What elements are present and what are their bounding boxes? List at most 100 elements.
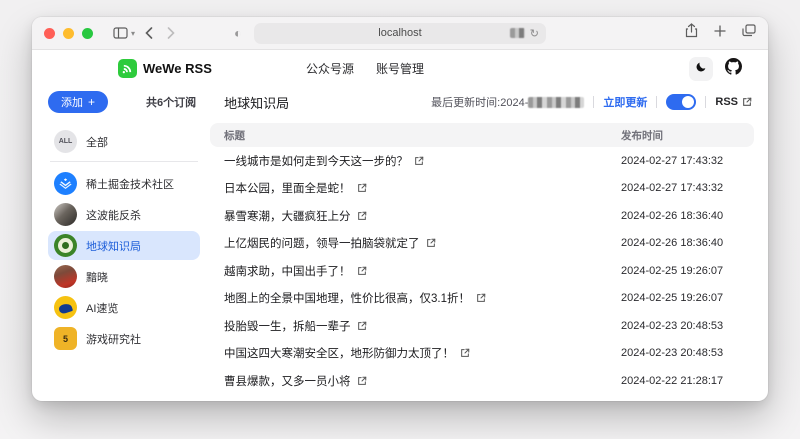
table-row[interactable]: 曹县爆款，又多一员小将 2024-02-22 21:28:17: [210, 367, 754, 395]
ai-digest-logo-icon: [54, 296, 77, 319]
app-title: WeWe RSS: [143, 61, 212, 76]
minimize-window-button[interactable]: [63, 28, 74, 39]
row-title[interactable]: 一线城市是如何走到今天这一步的？: [224, 153, 408, 169]
row-time: 2024-02-23 20:48:53: [621, 347, 754, 359]
feed-sidebar: ALL 全部 稀土掘金技术社区 这波能反杀: [48, 121, 200, 395]
forward-button[interactable]: [167, 27, 175, 39]
juejin-logo-icon: [54, 172, 77, 195]
external-link-icon[interactable]: [357, 211, 367, 221]
row-title[interactable]: 越南求助，中国出手了！: [224, 263, 351, 279]
table-row[interactable]: 日本公园，里面全是蛇！ 2024-02-27 17:43:32: [210, 175, 754, 203]
rss-link[interactable]: RSS: [715, 96, 752, 108]
sidebar-item-label: 地球知识局: [86, 238, 141, 254]
divider: [656, 96, 657, 108]
row-time: 2024-02-26 18:36:40: [621, 237, 754, 249]
redacted-timestamp: [528, 97, 584, 108]
external-link-icon[interactable]: [357, 376, 367, 386]
external-link-icon[interactable]: [414, 156, 424, 166]
table-row[interactable]: 上亿烟民的问题，领导一拍脑袋就定了 2024-02-26 18:36:40: [210, 230, 754, 258]
earth-knowledge-logo-icon: [54, 234, 77, 257]
browser-toolbar: ▾ ◐ localhost ↻: [32, 17, 768, 50]
extension-icon[interactable]: [510, 28, 525, 38]
add-feed-button[interactable]: 添加 +: [48, 91, 108, 113]
last-update-label: 最后更新时间:2024-: [431, 97, 528, 109]
sidebar-item-zhebo[interactable]: 这波能反杀: [48, 200, 200, 229]
feed-enabled-toggle[interactable]: [666, 94, 696, 110]
nav-accounts-link[interactable]: 账号管理: [376, 60, 424, 77]
all-avatar: ALL: [54, 130, 77, 153]
row-time: 2024-02-22 21:28:17: [621, 375, 754, 387]
sidebar-item-label: 游戏研究社: [86, 331, 141, 347]
external-link-icon[interactable]: [460, 348, 470, 358]
table-row[interactable]: 暴雪寒潮，大疆疯狂上分 2024-02-26 18:36:40: [210, 202, 754, 230]
sidebar-item-label: 稀土掘金技术社区: [86, 176, 174, 192]
row-title[interactable]: 上亿烟民的问题，领导一拍脑袋就定了: [224, 235, 420, 251]
row-time: 2024-02-25 19:26:07: [621, 292, 754, 304]
game-research-logo-icon: 5: [54, 327, 77, 350]
table-header: 标题 发布时间: [210, 123, 754, 147]
new-tab-button[interactable]: [714, 24, 726, 42]
row-time: 2024-02-25 19:26:07: [621, 265, 754, 277]
table-row[interactable]: 中国这四大寒潮安全区，地形防御力太顶了！ 2024-02-23 20:48:53: [210, 340, 754, 368]
sidebar-item-anxiao[interactable]: 黯晓: [48, 262, 200, 291]
row-time: 2024-02-23 20:48:53: [621, 320, 754, 332]
sidebar-divider: [50, 161, 198, 162]
github-link[interactable]: [725, 58, 742, 80]
avatar: [54, 265, 77, 288]
main-content: ALL 全部 稀土掘金技术社区 这波能反杀: [32, 117, 768, 395]
row-title[interactable]: 中国这四大寒潮安全区，地形防御力太顶了！: [224, 345, 454, 361]
row-title[interactable]: 地图上的全景中国地理，性价比很高，仅3.1折！: [224, 290, 470, 306]
traffic-lights: [44, 28, 93, 39]
feed-toolbar: 添加 + 共6个订阅 地球知识局 最后更新时间:2024- 立即更新 RSS: [32, 87, 768, 117]
row-title[interactable]: 暴雪寒潮，大疆疯狂上分: [224, 208, 351, 224]
share-button[interactable]: [685, 23, 698, 43]
privacy-report-icon[interactable]: ◐: [234, 26, 242, 41]
sidebar-item-label: 全部: [86, 134, 108, 150]
close-window-button[interactable]: [44, 28, 55, 39]
external-link-icon: [742, 97, 752, 107]
avatar: [54, 203, 77, 226]
reload-icon[interactable]: ↻: [530, 27, 539, 40]
app-brand[interactable]: WeWe RSS: [118, 59, 212, 78]
row-time: 2024-02-27 17:43:32: [621, 155, 754, 167]
toggle-knob: [682, 96, 694, 108]
app-header: 公众号源 账号管理 WeWe RSS: [32, 50, 768, 87]
row-title[interactable]: 曹县爆款，又多一员小将: [224, 373, 351, 389]
sidebar-item-all[interactable]: ALL 全部: [48, 127, 200, 156]
sidebar-chevron-icon[interactable]: ▾: [131, 29, 135, 38]
divider: [705, 96, 706, 108]
external-link-icon[interactable]: [357, 266, 367, 276]
subscription-count: 共6个订阅: [146, 94, 196, 110]
row-title[interactable]: 投胎毁一生，拆船一辈子: [224, 318, 351, 334]
rss-label: RSS: [715, 96, 738, 108]
external-link-icon[interactable]: [426, 238, 436, 248]
sidebar-item-earth-selected[interactable]: 地球知识局: [48, 231, 200, 260]
row-time: 2024-02-27 17:43:32: [621, 182, 754, 194]
last-update-time: 最后更新时间:2024-: [431, 94, 584, 110]
back-button[interactable]: [145, 27, 153, 39]
plus-icon: +: [88, 95, 95, 109]
row-title[interactable]: 日本公园，里面全是蛇！: [224, 180, 351, 196]
address-bar[interactable]: localhost ↻: [254, 23, 546, 44]
table-row[interactable]: 地图上的全景中国地理，性价比很高，仅3.1折！ 2024-02-25 19:26…: [210, 285, 754, 313]
zoom-window-button[interactable]: [82, 28, 93, 39]
sidebar-item-ai[interactable]: AI速览: [48, 293, 200, 322]
external-link-icon[interactable]: [357, 321, 367, 331]
table-row[interactable]: 越南求助，中国出手了！ 2024-02-25 19:26:07: [210, 257, 754, 285]
nav-feeds-link[interactable]: 公众号源: [306, 60, 354, 77]
feed-title: 地球知识局: [224, 93, 289, 112]
add-feed-label: 添加: [61, 94, 83, 110]
table-row[interactable]: 一线城市是如何走到今天这一步的？ 2024-02-27 17:43:32: [210, 147, 754, 175]
sidebar-item-juejin[interactable]: 稀土掘金技术社区: [48, 169, 200, 198]
address-bar-url: localhost: [378, 27, 421, 39]
tab-overview-button[interactable]: [742, 24, 756, 42]
sidebar-item-label: AI速览: [86, 300, 118, 316]
github-icon: [725, 58, 742, 75]
external-link-icon[interactable]: [476, 293, 486, 303]
sidebar-item-game[interactable]: 5 游戏研究社: [48, 324, 200, 353]
external-link-icon[interactable]: [357, 183, 367, 193]
update-now-link[interactable]: 立即更新: [603, 94, 647, 110]
table-row[interactable]: 投胎毁一生，拆船一辈子 2024-02-23 20:48:53: [210, 312, 754, 340]
sidebar-toggle-icon[interactable]: [113, 27, 128, 39]
row-time: 2024-02-26 18:36:40: [621, 210, 754, 222]
